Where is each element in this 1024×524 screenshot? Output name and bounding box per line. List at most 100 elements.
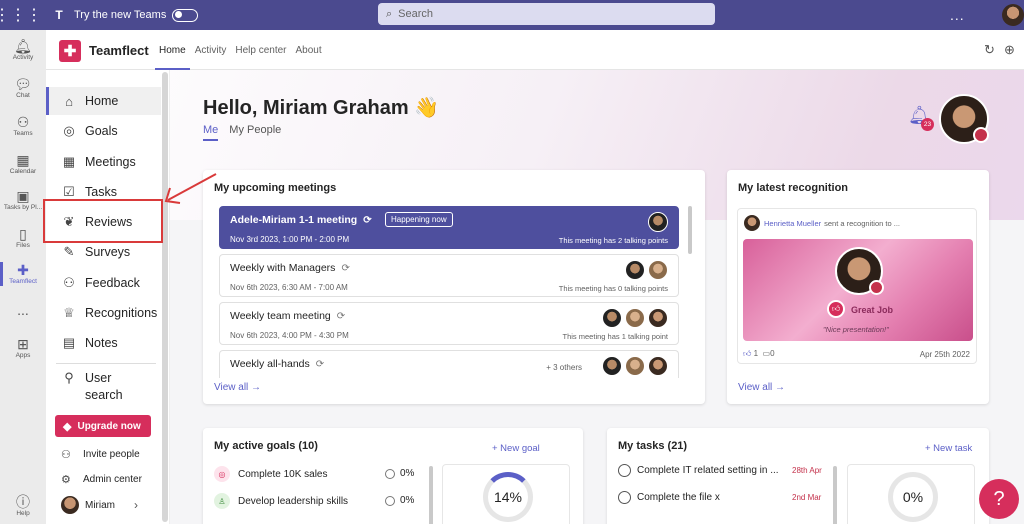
thumbs-up-icon: 👍︎ (827, 300, 845, 318)
avatar (648, 308, 668, 328)
teamflect-icon: ✚ (17, 262, 29, 278)
refresh-icon[interactable]: ↻ (984, 42, 995, 58)
participants (599, 356, 668, 376)
more-options-icon[interactable]: ... (950, 7, 965, 23)
new-task-button[interactable]: + New task (925, 443, 972, 454)
rail-label: Tasks by Pl... (3, 204, 43, 211)
rail-chat[interactable]: 💬︎ Chat (0, 76, 46, 100)
recognition-item[interactable]: Henrietta Mueller sent a recognition to … (737, 208, 977, 364)
avatar[interactable] (939, 94, 989, 144)
rail-label: Help (16, 510, 30, 517)
task-item[interactable]: Complete IT related setting in ... (618, 464, 779, 477)
sidebar-item-home[interactable]: ⌂ Home (46, 87, 161, 115)
rail-activity[interactable]: 🔔︎ Activity (0, 38, 46, 62)
goal-item[interactable]: ◎ Complete 10K sales (214, 466, 328, 482)
avatar (602, 356, 622, 376)
rail-calendar[interactable]: ▦ Calendar (0, 152, 46, 176)
search-input[interactable]: ⌕ Search (378, 3, 715, 25)
task-checkbox[interactable] (618, 491, 631, 504)
calendar-icon: ▦ (62, 154, 76, 169)
teamflect-sidebar: ⌂ Home ◎ Goals ▦ Meetings ☑ Tasks ❦ Reviews ✎… (46, 70, 170, 524)
goals-card: My active goals (10) + New goal ◎ Comple… (203, 428, 583, 524)
rail-files[interactable]: ▯ Files (0, 226, 46, 250)
meeting-time: Nov 3rd 2023, 1:00 PM - 2:00 PM (230, 235, 350, 244)
meeting-points: This meeting has 1 talking point (562, 332, 668, 341)
meeting-item[interactable]: Weekly team meeting ⟳ Nov 6th 2023, 4:00 … (219, 302, 679, 345)
tab-my-people[interactable]: My People (229, 124, 281, 141)
rail-help[interactable]: ⓘ Help (0, 494, 46, 518)
tab-activity[interactable]: Activity (191, 30, 231, 70)
diamond-icon: ◆ (63, 420, 72, 433)
sidebar-item-recognitions[interactable]: ♕ Recognitions (49, 299, 161, 327)
top-bar: ⋮⋮⋮ T Try the new Teams ⌕ Search ... (0, 0, 1024, 30)
help-button[interactable]: ? (979, 479, 1019, 519)
file-icon: ▯ (19, 226, 27, 242)
sidebar-item-feedback[interactable]: ⚇ Feedback (49, 269, 161, 297)
task-item[interactable]: Complete the file x (618, 491, 720, 504)
tab-help-center[interactable]: Help center (231, 30, 290, 70)
upgrade-label: Upgrade now (77, 420, 141, 432)
rail-apps[interactable]: ⊞ Apps (0, 336, 46, 360)
tab-about[interactable]: About (292, 30, 326, 70)
help-icon: ⓘ (16, 494, 30, 510)
sidebar-item-notes[interactable]: ▤ Notes (49, 329, 161, 357)
meeting-item[interactable]: Weekly with Managers ⟳ Nov 6th 2023, 6:30… (219, 254, 679, 297)
goal-status-icon (385, 496, 395, 506)
admin-center-link[interactable]: ⚙ Admin center (61, 473, 142, 486)
globe-icon[interactable]: ⊕ (1004, 42, 1015, 58)
new-goal-button[interactable]: + New goal (492, 443, 540, 454)
goals-scrollbar[interactable] (429, 466, 433, 524)
goal-percent: 0% (400, 495, 415, 506)
rail-teams[interactable]: ⚇ Teams (0, 114, 46, 138)
profile-avatar[interactable] (1002, 4, 1024, 26)
sender-name[interactable]: Henrietta Mueller (764, 219, 821, 228)
sidebar-item-user-search[interactable]: ⚲ User search (49, 368, 161, 408)
person-add-icon: ⚇ (61, 449, 71, 461)
teams-app-rail: 🔔︎ Activity 💬︎ Chat ⚇ Teams ▦ Calendar ▣ Task… (0, 30, 46, 524)
comment-icon[interactable]: ▭ (763, 349, 771, 358)
tab-me[interactable]: Me (203, 124, 219, 141)
goal-item[interactable]: ♙ Develop leadership skills (214, 493, 348, 509)
tab-home[interactable]: Home (155, 30, 190, 70)
task-checkbox[interactable] (618, 464, 631, 477)
like-icon[interactable]: 👍︎ (743, 349, 751, 358)
meeting-title: Weekly all-hands ⟳ (230, 358, 324, 370)
meetings-view-all-link[interactable]: View all → (214, 382, 261, 393)
wave-icon: 👋 (414, 97, 440, 119)
rail-label: Teamflect (9, 278, 37, 285)
comment-count: 0 (770, 349, 775, 358)
tasks-progress-box: 0% (847, 464, 975, 524)
admin-label: Admin center (83, 474, 142, 485)
meeting-item[interactable]: Adele-Miriam 1-1 meeting ⟳ Happening now … (219, 206, 679, 249)
sync-icon: ⟳ (363, 215, 372, 226)
sidebar-item-meetings[interactable]: ▦ Meetings (49, 148, 161, 176)
chevron-right-icon[interactable]: › (134, 498, 138, 512)
rail-tasks[interactable]: ▣ Tasks by Pl... (0, 188, 46, 212)
rail-teamflect[interactable]: ✚ Teamflect (0, 262, 46, 286)
meeting-item[interactable]: Weekly all-hands ⟳ + 3 others (219, 350, 679, 378)
avatar (625, 260, 645, 280)
upgrade-button[interactable]: ◆ Upgrade now (55, 415, 151, 437)
meetings-card: My upcoming meetings Adele-Miriam 1-1 me… (203, 170, 705, 404)
recognition-title: My latest recognition (738, 182, 849, 194)
sync-icon: ⟳ (315, 359, 325, 370)
goal-percent: 0% (400, 468, 415, 479)
rail-more[interactable]: ... (0, 302, 46, 318)
app-launcher-icon[interactable]: ⋮⋮⋮ (0, 0, 42, 30)
teams-icon: ⚇ (16, 114, 30, 130)
sidebar-item-label: Surveys (85, 245, 131, 259)
sidebar-scrollbar[interactable] (162, 72, 168, 522)
tasks-scrollbar[interactable] (833, 466, 837, 524)
sidebar-item-label: Goals (85, 124, 118, 138)
task-label: Complete IT related setting in ... (637, 465, 779, 476)
invite-people-link[interactable]: ⚇ Invite people (61, 448, 140, 461)
teams-icon: T (55, 8, 63, 22)
avatar (61, 496, 79, 514)
recognition-view-all-link[interactable]: View all → (738, 382, 785, 393)
try-new-teams-toggle[interactable] (172, 8, 199, 22)
sidebar-item-goals[interactable]: ◎ Goals (49, 117, 161, 145)
reviews-highlight-box (43, 199, 163, 243)
meetings-scrollbar[interactable] (688, 206, 692, 254)
user-menu[interactable]: Miriam (61, 496, 115, 514)
goal-icon: ♙ (214, 493, 230, 509)
